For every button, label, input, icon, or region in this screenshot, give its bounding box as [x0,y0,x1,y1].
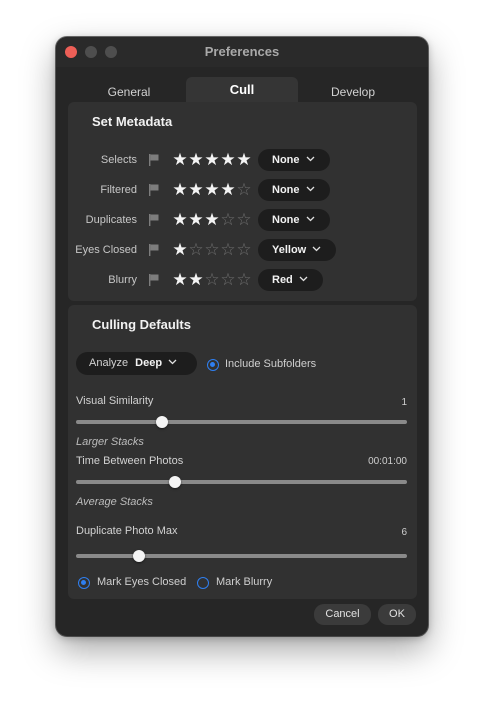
star-empty-icon[interactable]: ☆ [236,239,252,261]
culling-defaults-title: Culling Defaults [92,317,191,332]
analyze-label: Analyze [89,357,129,369]
chevron-down-icon [299,276,308,282]
time-between-photos-slider[interactable] [76,476,407,488]
tab-cull[interactable]: Cull [186,77,298,103]
cancel-button[interactable]: Cancel [314,604,371,625]
star-filled-icon[interactable]: ★ [204,209,220,231]
star-empty-icon[interactable]: ☆ [204,239,220,261]
mark-eyes-closed-radio[interactable] [78,577,90,589]
duplicate-photo-max-value: 6 [401,527,407,538]
star-rating[interactable]: ★★☆☆☆ [172,269,252,291]
star-filled-icon[interactable]: ★ [188,209,204,231]
flag-icon[interactable] [148,153,160,166]
star-filled-icon[interactable]: ★ [172,209,188,231]
mark-blurry-radio[interactable] [197,577,209,589]
metadata-row-label: Blurry [108,274,137,286]
metadata-row-label: Filtered [100,184,137,196]
star-rating[interactable]: ★★★★★ [172,149,252,171]
tab-general[interactable]: General [78,77,180,103]
mark-eyes-closed-label: Mark Eyes Closed [97,576,187,588]
metadata-row-label: Selects [100,154,137,166]
visual-similarity-thumb[interactable] [156,416,169,428]
star-filled-icon[interactable]: ★ [204,149,220,171]
star-filled-icon[interactable]: ★ [188,269,204,291]
metadata-row-eyes-closed: Eyes Closed ★☆☆☆☆ Yellow [68,239,417,261]
star-filled-icon[interactable]: ★ [188,149,204,171]
metadata-row-duplicates: Duplicates ★★★☆☆ None [68,209,417,231]
color-label-value: Red [272,274,293,286]
duplicate-photo-max-label: Duplicate Photo Max [76,525,178,537]
chevron-down-icon [306,156,314,162]
metadata-row-blurry: Blurry ★★☆☆☆ Red [68,269,417,291]
color-label-dropdown[interactable]: None [258,209,330,231]
tab-develop[interactable]: Develop [298,77,408,103]
star-empty-icon[interactable]: ☆ [220,239,236,261]
color-label-dropdown[interactable]: None [258,149,330,171]
metadata-row-selects: Selects ★★★★★ None [68,149,417,171]
star-empty-icon[interactable]: ☆ [188,239,204,261]
time-between-photos-thumb[interactable] [169,476,182,488]
analyze-value: Deep [135,357,163,369]
star-filled-icon[interactable]: ★ [188,179,204,201]
star-empty-icon[interactable]: ☆ [236,209,252,231]
time-between-photos-value: 00:01:00 [368,456,407,467]
mark-blurry-label: Mark Blurry [216,576,273,588]
set-metadata-title: Set Metadata [92,114,173,129]
chevron-down-icon [312,246,321,252]
metadata-row-filtered: Filtered ★★★★☆ None [68,179,417,201]
larger-stacks-label: Larger Stacks [76,436,144,448]
color-label-value: None [272,214,300,226]
preferences-window: Preferences General Cull Develop Set Met… [56,37,428,636]
color-label-dropdown[interactable]: None [258,179,330,201]
star-filled-icon[interactable]: ★ [172,149,188,171]
star-empty-icon[interactable]: ☆ [204,269,220,291]
visual-similarity-slider[interactable] [76,416,407,428]
tab-bar: General Cull Develop [56,77,428,103]
star-empty-icon[interactable]: ☆ [220,209,236,231]
star-filled-icon[interactable]: ★ [172,179,188,201]
star-filled-icon[interactable]: ★ [172,239,188,261]
analyze-dropdown[interactable]: Analyze Deep [76,352,197,375]
metadata-row-label: Duplicates [85,214,137,226]
metadata-row-label: Eyes Closed [75,244,137,256]
star-filled-icon[interactable]: ★ [172,269,188,291]
title-bar: Preferences [56,37,428,67]
flag-icon[interactable] [148,213,160,226]
duplicate-photo-max-thumb[interactable] [132,550,145,562]
window-title: Preferences [204,44,280,59]
culling-defaults-panel: Culling Defaults Analyze Deep Include Sub… [68,305,417,599]
visual-similarity-value: 1 [401,397,407,408]
star-empty-icon[interactable]: ☆ [236,179,252,201]
flag-icon[interactable] [148,243,160,256]
chevron-down-icon [306,186,314,192]
star-empty-icon[interactable]: ☆ [236,269,252,291]
star-rating[interactable]: ★★★☆☆ [172,209,252,231]
color-label-value: Yellow [272,244,307,256]
chevron-down-icon [306,216,314,222]
set-metadata-panel: Set Metadata Selects ★★★★★ None Filtered ★★★… [68,102,417,301]
star-empty-icon[interactable]: ☆ [220,269,236,291]
flag-icon[interactable] [148,273,160,286]
color-label-dropdown[interactable]: Red [258,269,323,291]
star-rating[interactable]: ★☆☆☆☆ [172,239,252,261]
visual-similarity-label: Visual Similarity [76,395,154,407]
time-between-photos-label: Time Between Photos [76,455,184,467]
star-filled-icon[interactable]: ★ [204,179,220,201]
include-subfolders-label: Include Subfolders [225,358,317,370]
duplicate-photo-max-slider[interactable] [76,550,407,562]
chevron-down-icon [168,359,177,365]
star-filled-icon[interactable]: ★ [220,179,236,201]
star-filled-icon[interactable]: ★ [220,149,236,171]
color-label-dropdown[interactable]: Yellow [258,239,336,261]
average-stacks-label: Average Stacks [76,496,153,508]
star-filled-icon[interactable]: ★ [236,149,252,171]
star-rating[interactable]: ★★★★☆ [172,179,252,201]
color-label-value: None [272,184,300,196]
ok-button[interactable]: OK [378,604,416,625]
include-subfolders-radio[interactable] [207,359,219,371]
color-label-value: None [272,154,300,166]
flag-icon[interactable] [148,183,160,196]
